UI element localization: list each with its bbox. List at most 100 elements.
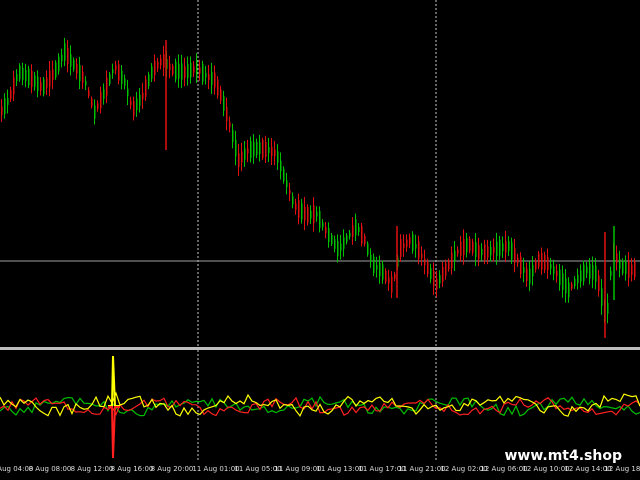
candle-body: [544, 254, 546, 270]
candle-body: [64, 43, 66, 61]
candle-body: [85, 80, 87, 86]
candle-body: [208, 73, 210, 81]
candle-body: [310, 210, 312, 219]
candle-body: [391, 276, 393, 293]
candle-body: [16, 74, 18, 82]
candle-body: [103, 89, 105, 99]
candle-body: [472, 241, 474, 253]
candle-body: [520, 256, 522, 274]
candle-body: [367, 243, 369, 255]
candle-body: [73, 59, 75, 70]
candle-body: [253, 141, 255, 157]
candle-body: [175, 61, 177, 80]
candle-body: [13, 77, 15, 95]
candle-body: [205, 72, 207, 78]
time-axis-label: 8 Aug 12:00: [70, 465, 114, 473]
candle-body: [199, 67, 201, 74]
candle-body: [388, 277, 390, 284]
candle-body: [151, 66, 153, 79]
candle-body: [22, 67, 24, 81]
candle-body: [550, 264, 552, 269]
candle-body: [313, 205, 315, 224]
candle-body: [55, 62, 57, 78]
candle-body: [475, 242, 477, 257]
candle-body: [184, 65, 186, 79]
candle-body: [325, 226, 327, 234]
candle-body: [376, 264, 378, 270]
candle-body: [385, 270, 387, 282]
candle-body: [478, 245, 480, 259]
candle-body: [511, 242, 513, 260]
candle-body: [118, 64, 120, 81]
candle-body: [625, 261, 627, 275]
candle-body: [178, 63, 180, 79]
candle-body: [28, 68, 30, 86]
candle-body: [409, 237, 411, 245]
candle-body: [76, 64, 78, 74]
candle-body: [1, 106, 3, 115]
time-axis-label: 8 Aug 16:00: [110, 465, 154, 473]
candle-body: [91, 98, 93, 107]
candle-body: [52, 69, 54, 80]
candle-body: [529, 268, 531, 284]
candle-body: [31, 70, 33, 87]
candle-body: [355, 219, 357, 236]
candle-body: [538, 253, 540, 267]
candle-body: [163, 54, 165, 68]
candle-body: [406, 239, 408, 247]
indicator-pane[interactable]: [0, 350, 640, 462]
candle-body: [580, 270, 582, 282]
candle-body: [100, 91, 102, 109]
candle-body: [556, 271, 558, 277]
candle-body: [274, 149, 276, 157]
candle-body: [628, 260, 630, 278]
candle-body: [379, 263, 381, 277]
candle-body: [106, 77, 108, 96]
candle-body: [487, 246, 489, 258]
candle-body: [19, 65, 21, 80]
candle-body: [139, 94, 141, 106]
candle-body: [349, 232, 351, 237]
candle-body: [223, 96, 225, 111]
time-axis-label: 8 Aug 08:00: [28, 465, 72, 473]
candle-body: [145, 79, 147, 97]
candle-body: [226, 107, 228, 121]
candle-body: [463, 238, 465, 256]
candle-body: [577, 274, 579, 284]
candle-body: [46, 77, 48, 88]
candle-body: [88, 89, 90, 96]
candle-body: [157, 61, 159, 69]
candle-body: [343, 237, 345, 249]
candle-body: [97, 103, 99, 109]
candle-body: [595, 265, 597, 282]
candle-body: [589, 263, 591, 279]
candle-body: [7, 98, 9, 105]
candle-body: [295, 203, 297, 210]
candle-body: [265, 141, 267, 157]
candle-body: [217, 79, 219, 96]
candle-body: [505, 240, 507, 253]
candle-body: [301, 203, 303, 220]
candle-body: [490, 247, 492, 256]
candle-body: [334, 239, 336, 249]
candle-body: [412, 234, 414, 251]
candle-body: [586, 266, 588, 274]
candle-body: [37, 76, 39, 92]
candle-body: [172, 65, 174, 75]
candle-body: [499, 240, 501, 256]
time-axis-label: 8 Aug 20:00: [150, 465, 194, 473]
candle-body: [247, 148, 249, 154]
candle-body: [232, 129, 234, 143]
time-axis-label: 11 Aug 01:00: [192, 465, 240, 473]
candle-body: [568, 282, 570, 298]
candle-body: [40, 81, 42, 91]
candle-body: [346, 235, 348, 243]
candle-body: [358, 226, 360, 233]
candle-body: [532, 264, 534, 277]
price-chart[interactable]: [0, 0, 640, 348]
candle-body: [523, 267, 525, 273]
candle-body: [289, 189, 291, 195]
candle-body: [607, 302, 609, 314]
candle-body: [508, 241, 510, 251]
time-axis: 8 Aug 04:008 Aug 08:008 Aug 12:008 Aug 1…: [0, 462, 640, 480]
